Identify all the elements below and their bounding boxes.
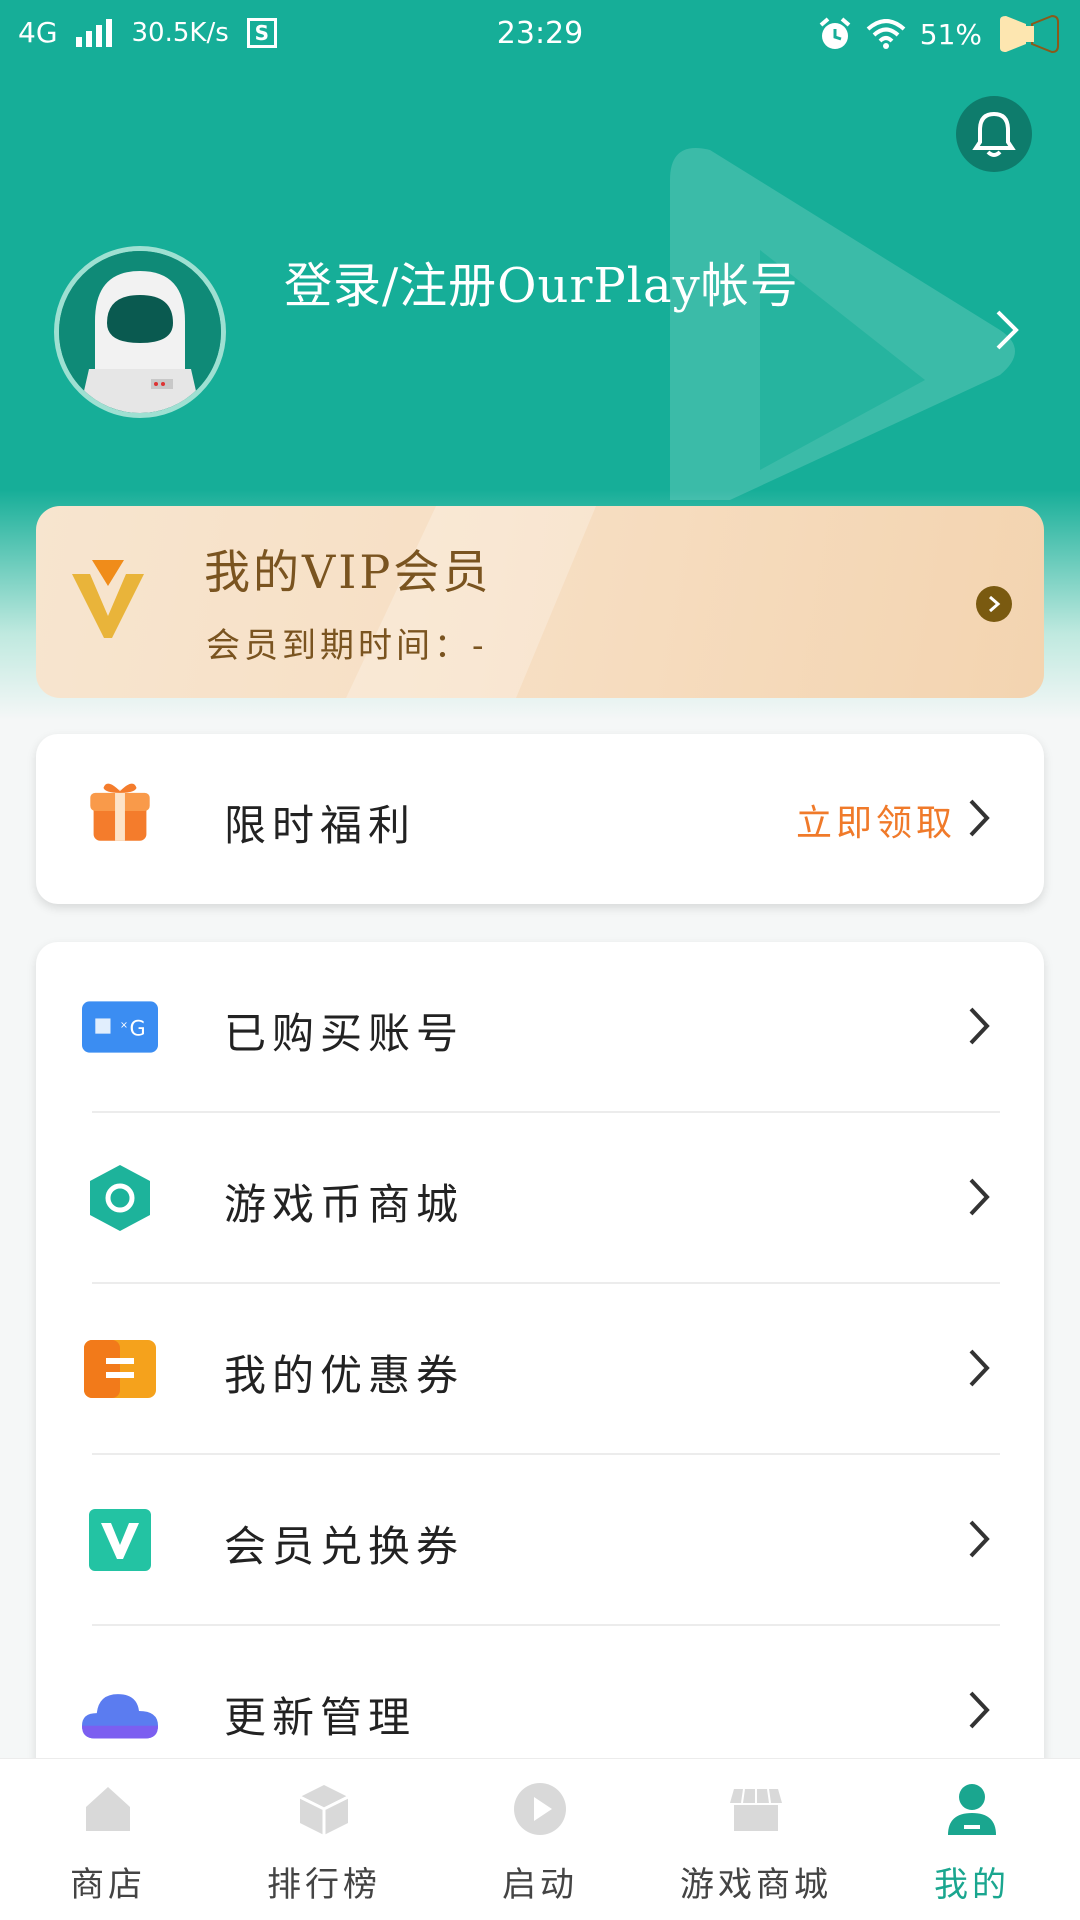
menu-item-label: 已购买账号 bbox=[224, 1009, 465, 1058]
wifi-icon bbox=[866, 19, 906, 49]
menu-item-coupons[interactable]: 我的优惠券 bbox=[36, 1284, 1044, 1455]
notification-bell-button[interactable] bbox=[956, 96, 1032, 172]
vip-card-decoration bbox=[346, 506, 596, 698]
chevron-right-icon bbox=[989, 595, 1001, 613]
claim-now-link[interactable]: 立即领取 bbox=[796, 794, 956, 846]
menu-item-coin-shop[interactable]: 游戏币商城 bbox=[36, 1113, 1044, 1284]
bottom-tab-bar: 商店 排行榜 启动 游戏商城 我的 bbox=[0, 1758, 1080, 1920]
play-icon bbox=[514, 1783, 566, 1835]
welfare-label: 限时福利 bbox=[224, 801, 417, 850]
menu-item-label: 游戏币商城 bbox=[224, 1180, 465, 1229]
tab-store[interactable]: 商店 bbox=[0, 1759, 216, 1920]
chevron-right-icon bbox=[969, 1007, 990, 1045]
home-icon bbox=[86, 1787, 130, 1831]
chevron-right-icon bbox=[969, 1349, 990, 1387]
astronaut-icon bbox=[59, 251, 221, 413]
play-watermark-icon bbox=[670, 148, 1015, 500]
tab-label: 启动 bbox=[502, 1865, 578, 1905]
menu-item-label: 会员兑换券 bbox=[224, 1522, 465, 1571]
chevron-right-icon bbox=[969, 1520, 990, 1558]
coin-shop-icon bbox=[90, 1165, 150, 1231]
bell-icon bbox=[972, 111, 1016, 157]
limited-welfare-row[interactable]: 限时福利 立即领取 bbox=[36, 734, 1044, 904]
coupon-icon bbox=[84, 1340, 156, 1398]
user-icon bbox=[948, 1784, 996, 1835]
menu-item-purchased-accounts[interactable]: × G 已购买账号 bbox=[36, 942, 1044, 1113]
svg-text:G: G bbox=[130, 1017, 146, 1041]
tab-label: 我的 bbox=[934, 1865, 1010, 1905]
menu-item-label: 我的优惠券 bbox=[224, 1351, 465, 1400]
gift-icon bbox=[90, 783, 150, 841]
tab-label: 商店 bbox=[70, 1865, 146, 1905]
vip-voucher-icon bbox=[89, 1509, 151, 1571]
vip-go-button[interactable] bbox=[976, 586, 1012, 622]
chevron-right-icon bbox=[969, 1178, 990, 1216]
vip-expire-text: 会员到期时间：- bbox=[206, 626, 488, 666]
chevron-right-icon bbox=[969, 1691, 990, 1729]
tab-launch[interactable]: 启动 bbox=[432, 1759, 648, 1920]
svg-text:×: × bbox=[120, 1020, 128, 1031]
tab-ranking[interactable]: 排行榜 bbox=[216, 1759, 432, 1920]
battery-icon bbox=[1000, 14, 1059, 54]
menu-item-label: 更新管理 bbox=[224, 1693, 417, 1742]
login-register-link[interactable]: 登录/注册OurPlay帐号 bbox=[284, 246, 799, 316]
vip-card[interactable]: 我的VIP会员 会员到期时间：- bbox=[36, 506, 1044, 698]
battery-level: 51% bbox=[919, 17, 982, 51]
chevron-right-icon[interactable] bbox=[994, 308, 1020, 352]
account-icon: × G bbox=[82, 1001, 158, 1053]
tab-label: 游戏商城 bbox=[680, 1865, 832, 1905]
vip-title: 我的VIP会员 bbox=[204, 545, 492, 599]
avatar[interactable] bbox=[54, 246, 226, 418]
cloud-icon bbox=[82, 1694, 158, 1739]
chevron-right-icon bbox=[969, 799, 990, 837]
tab-game-mall[interactable]: 游戏商城 bbox=[648, 1759, 864, 1920]
tab-mine[interactable]: 我的 bbox=[864, 1759, 1080, 1920]
menu-item-vip-voucher[interactable]: 会员兑换券 bbox=[36, 1455, 1044, 1626]
tab-label: 排行榜 bbox=[267, 1865, 381, 1905]
store-icon bbox=[730, 1788, 782, 1831]
alarm-icon bbox=[819, 17, 851, 49]
vip-logo-icon bbox=[72, 560, 144, 638]
status-bar: 4G 30.5K/s S 23:29 51% bbox=[0, 0, 1080, 70]
cube-icon bbox=[299, 1785, 349, 1835]
